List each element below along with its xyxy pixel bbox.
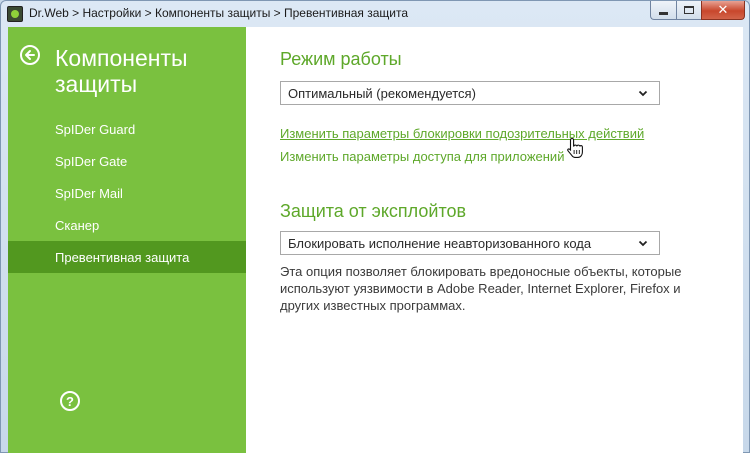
sidebar-item-spider-gate[interactable]: SpIDer Gate [8,145,246,177]
sidebar-title: Компоненты защиты [55,45,188,97]
question-icon: ? [66,393,74,409]
sidebar-item-preventive-protection[interactable]: Превентивная защита [8,241,246,273]
maximize-icon [684,6,694,14]
sidebar: Компоненты защиты SpIDer Guard SpIDer Ga… [8,27,246,453]
sidebar-item-label: SpIDer Mail [55,185,123,201]
close-icon: ✕ [717,2,729,17]
arrow-left-icon [25,50,35,60]
title-bar: Dr.Web > Настройки > Компоненты защиты >… [1,1,749,27]
sidebar-nav: SpIDer Guard SpIDer Gate SpIDer Mail Ска… [8,113,246,273]
sidebar-item-label: Превентивная защита [55,249,190,265]
minimize-button[interactable] [650,1,676,20]
sidebar-item-label: SpIDer Gate [55,153,128,169]
link-app-access[interactable]: Изменить параметры доступа для приложени… [280,149,564,164]
maximize-button[interactable] [676,1,701,20]
sidebar-item-label: Сканер [55,217,100,233]
window-breadcrumb: Dr.Web > Настройки > Компоненты защиты >… [29,6,409,20]
exploit-description: Эта опция позволяет блокировать вредонос… [280,264,682,313]
mode-select-value: Оптимальный (рекомендуется) [288,85,476,101]
hand-pointer-icon [567,137,583,158]
chevron-down-icon [638,240,648,247]
mode-select[interactable]: Оптимальный (рекомендуется) [280,81,660,105]
minimize-icon [659,11,668,15]
client-area: Компоненты защиты SpIDer Guard SpIDer Ga… [8,27,743,453]
exploit-select-value: Блокировать исполнение неавторизованного… [288,235,592,251]
sidebar-item-spider-guard[interactable]: SpIDer Guard [8,113,246,145]
sidebar-item-spider-mail[interactable]: SpIDer Mail [8,177,246,209]
help-button[interactable]: ? [60,391,80,411]
sidebar-item-label: SpIDer Guard [55,121,136,137]
exploit-section-title: Защита от эксплойтов [280,201,467,221]
mode-section-title: Режим работы [280,49,402,69]
exploit-select[interactable]: Блокировать исполнение неавторизованного… [280,231,660,255]
close-button[interactable]: ✕ [701,1,745,20]
chevron-down-icon [638,90,648,97]
back-button[interactable] [20,45,40,65]
link-block-settings[interactable]: Изменить параметры блокировки подозрител… [280,126,644,141]
main-content: Режим работы Оптимальный (рекомендуется)… [280,27,730,453]
sidebar-item-scanner[interactable]: Сканер [8,209,246,241]
app-window: Dr.Web > Настройки > Компоненты защиты >… [0,0,750,453]
drweb-app-icon [7,6,23,22]
window-controls: ✕ [650,1,745,20]
